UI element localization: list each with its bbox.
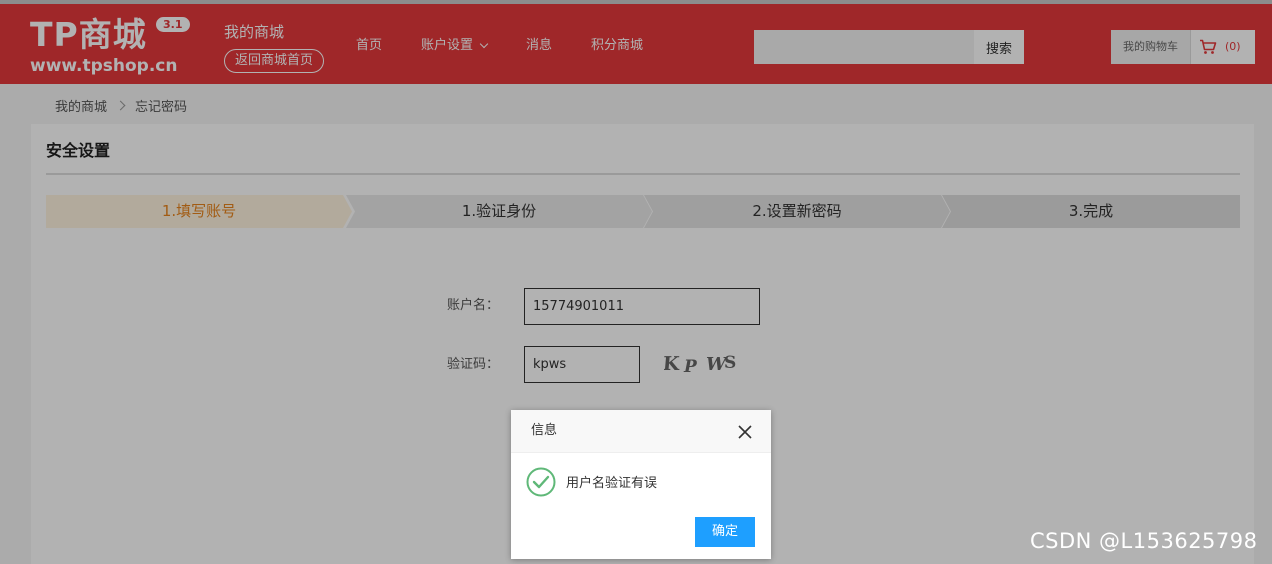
- confirm-button[interactable]: 确定: [695, 517, 755, 547]
- dialog-header: 信息: [511, 410, 771, 453]
- info-dialog: 信息 用户名验证有误 确定: [511, 410, 771, 559]
- dialog-message: 用户名验证有误: [566, 476, 658, 491]
- check-circle-icon: [526, 467, 556, 497]
- dialog-title: 信息: [531, 423, 558, 438]
- watermark: CSDN @L153625798: [1030, 529, 1258, 553]
- close-icon[interactable]: [737, 424, 753, 440]
